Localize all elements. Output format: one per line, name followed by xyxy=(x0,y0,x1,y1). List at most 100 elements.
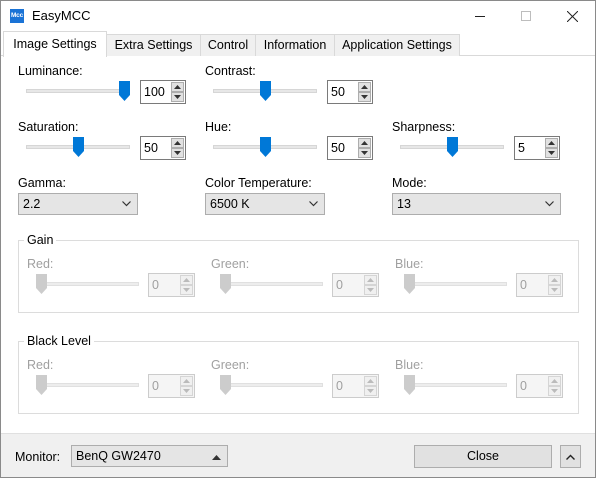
minimize-icon xyxy=(475,16,485,17)
black-level-green-decrement-button[interactable] xyxy=(364,386,377,396)
black-level-red-slider-thumb[interactable] xyxy=(36,375,47,395)
gain-red-increment-button[interactable] xyxy=(180,275,193,285)
luminance-slider-thumb[interactable] xyxy=(119,81,130,101)
saturation-slider-thumb[interactable] xyxy=(73,137,84,157)
chevron-up-icon xyxy=(183,379,190,383)
hue-increment-button[interactable] xyxy=(358,138,371,148)
minimize-button[interactable] xyxy=(457,1,503,31)
gain-green-slider-thumb[interactable] xyxy=(220,274,231,294)
saturation-decrement-button[interactable] xyxy=(171,148,184,158)
luminance-decrement-button[interactable] xyxy=(171,92,184,102)
black-level-red-slider-track[interactable] xyxy=(36,383,139,387)
black-level-green-slider-thumb[interactable] xyxy=(220,375,231,395)
color-temperature-label: Color Temperature: xyxy=(205,176,312,190)
close-icon xyxy=(566,10,578,22)
gain-blue-increment-button[interactable] xyxy=(548,275,561,285)
black-level-green-slider-track[interactable] xyxy=(220,383,323,387)
black-level-blue-slider-track[interactable] xyxy=(404,383,507,387)
contrast-value[interactable]: 50 xyxy=(331,85,345,99)
contrast-spinbox[interactable]: 50 xyxy=(327,80,373,104)
saturation-spinbox[interactable]: 50 xyxy=(140,136,186,160)
hue-label: Hue: xyxy=(205,120,232,134)
chevron-down-icon xyxy=(367,389,374,393)
sharpness-increment-button[interactable] xyxy=(545,138,558,148)
gain-red-slider-thumb[interactable] xyxy=(36,274,47,294)
gain-blue-slider-track[interactable] xyxy=(404,282,507,286)
tab-extra-settings[interactable]: Extra Settings xyxy=(106,34,201,56)
black-level-red-increment-button[interactable] xyxy=(180,376,193,386)
sharpness-slider-thumb[interactable] xyxy=(447,137,458,157)
window-title: EasyMCC xyxy=(32,8,91,23)
sharpness-spinbox[interactable]: 5 xyxy=(514,136,560,160)
contrast-slider-thumb[interactable] xyxy=(260,81,271,101)
chevron-up-icon xyxy=(548,141,555,145)
luminance-increment-button[interactable] xyxy=(171,82,184,92)
sharpness-label: Sharpness: xyxy=(392,120,456,134)
hue-slider-thumb[interactable] xyxy=(260,137,271,157)
chevron-down-icon xyxy=(367,288,374,292)
expand-toggle-button[interactable] xyxy=(560,445,581,468)
black-level-red-label: Red: xyxy=(27,358,54,372)
black-level-green-value[interactable]: 0 xyxy=(336,379,343,393)
chevron-up-icon xyxy=(566,454,575,460)
black-level-blue-decrement-button[interactable] xyxy=(548,386,561,396)
black-level-green-spinbox[interactable]: 0 xyxy=(332,374,379,398)
monitor-selected-value: BenQ GW2470 xyxy=(76,449,161,463)
gain-blue-slider-thumb[interactable] xyxy=(404,274,415,294)
hue-spinbox[interactable]: 50 xyxy=(327,136,373,160)
gain-blue-decrement-button[interactable] xyxy=(548,285,561,295)
luminance-value[interactable]: 100 xyxy=(144,85,165,99)
hue-value[interactable]: 50 xyxy=(331,141,345,155)
tab-information[interactable]: Information xyxy=(255,34,335,56)
gamma-dropdown[interactable]: 2.2 xyxy=(18,193,138,215)
gain-green-spinbox[interactable]: 0 xyxy=(332,273,379,297)
image-settings-panel: Luminance: 100 Contrast: 50 Saturation: xyxy=(1,56,595,433)
gain-red-value[interactable]: 0 xyxy=(152,278,159,292)
maximize-button[interactable] xyxy=(503,1,549,31)
black-level-blue-slider-thumb[interactable] xyxy=(404,375,415,395)
gain-blue-spinbox[interactable]: 0 xyxy=(516,273,563,297)
chevron-down-icon xyxy=(122,201,131,207)
sharpness-decrement-button[interactable] xyxy=(545,148,558,158)
gain-green-value[interactable]: 0 xyxy=(336,278,343,292)
chevron-down-icon xyxy=(183,288,190,292)
black-level-blue-increment-button[interactable] xyxy=(548,376,561,386)
contrast-decrement-button[interactable] xyxy=(358,92,371,102)
tab-application-settings[interactable]: Application Settings xyxy=(334,34,460,56)
monitor-dropdown[interactable]: BenQ GW2470 xyxy=(71,445,228,467)
mode-dropdown[interactable]: 13 xyxy=(392,193,561,215)
color-temperature-dropdown[interactable]: 6500 K xyxy=(205,193,325,215)
maximize-icon xyxy=(521,11,531,21)
hue-decrement-button[interactable] xyxy=(358,148,371,158)
black-level-red-spinbox[interactable]: 0 xyxy=(148,374,195,398)
gain-green-slider-track[interactable] xyxy=(220,282,323,286)
tab-control[interactable]: Control xyxy=(200,34,256,56)
black-level-red-value[interactable]: 0 xyxy=(152,379,159,393)
gain-green-increment-button[interactable] xyxy=(364,275,377,285)
gain-red-slider-track[interactable] xyxy=(36,282,139,286)
tab-image-settings[interactable]: Image Settings xyxy=(3,31,107,57)
gain-blue-value[interactable]: 0 xyxy=(520,278,527,292)
black-level-blue-value[interactable]: 0 xyxy=(520,379,527,393)
chevron-down-icon xyxy=(309,201,318,207)
saturation-increment-button[interactable] xyxy=(171,138,184,148)
chevron-down-icon xyxy=(545,201,554,207)
contrast-increment-button[interactable] xyxy=(358,82,371,92)
black-level-group-title: Black Level xyxy=(24,334,94,348)
saturation-value[interactable]: 50 xyxy=(144,141,158,155)
chevron-down-icon xyxy=(174,95,181,99)
close-window-button[interactable] xyxy=(549,1,595,31)
luminance-slider-track[interactable] xyxy=(26,89,130,93)
sharpness-value[interactable]: 5 xyxy=(518,141,525,155)
title-bar: Mcc EasyMCC xyxy=(1,1,595,31)
luminance-spinbox[interactable]: 100 xyxy=(140,80,186,104)
black-level-blue-spinbox[interactable]: 0 xyxy=(516,374,563,398)
gain-green-label: Green: xyxy=(211,257,250,271)
gain-group xyxy=(18,240,579,313)
close-button[interactable]: Close xyxy=(414,445,552,468)
gain-red-decrement-button[interactable] xyxy=(180,285,193,295)
black-level-red-decrement-button[interactable] xyxy=(180,386,193,396)
gain-green-decrement-button[interactable] xyxy=(364,285,377,295)
black-level-green-increment-button[interactable] xyxy=(364,376,377,386)
gain-red-spinbox[interactable]: 0 xyxy=(148,273,195,297)
